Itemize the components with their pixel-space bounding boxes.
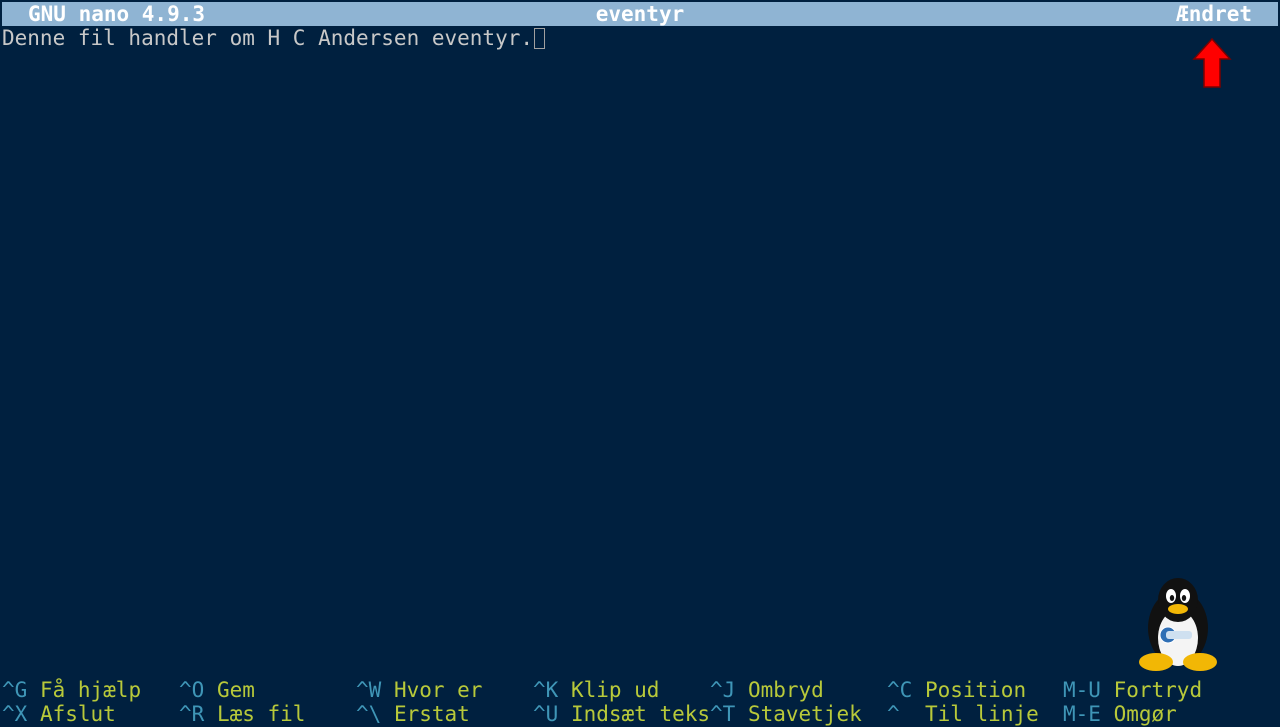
shortcut-label: Fortryd: [1113, 678, 1203, 702]
shortcut-exit[interactable]: ^X Afslut: [2, 702, 116, 726]
shortcut-label: Klip ud: [570, 678, 660, 702]
shortcut-key: ^T: [710, 702, 736, 726]
shortcut-key: M-E: [1063, 702, 1101, 726]
shortcut-label: Position: [924, 678, 1027, 702]
file-name: eventyr: [595, 2, 685, 26]
shortcut-save[interactable]: ^O Gem: [179, 678, 255, 702]
red-up-arrow-icon: [1192, 37, 1232, 88]
tux-penguin-icon: [1139, 578, 1217, 671]
shortcut-where-is[interactable]: ^W Hvor er: [356, 678, 482, 702]
shortcut-justify[interactable]: ^J Ombryd: [710, 678, 824, 702]
shortcut-undo[interactable]: M-U Fortryd: [1063, 678, 1202, 702]
shortcut-label: Gem: [216, 678, 255, 702]
shortcut-key: ^W: [356, 678, 382, 702]
shortcut-key: ^R: [179, 702, 205, 726]
shortcut-help[interactable]: ^G Få hjælp: [2, 678, 141, 702]
shortcut-replace[interactable]: ^\ Erstat: [356, 702, 470, 726]
shortcut-label: Få hjælp: [39, 678, 142, 702]
text-cursor: [534, 28, 546, 49]
editor-line-text: Denne fil handler om H C Andersen eventy…: [2, 26, 534, 50]
shortcut-spell-check[interactable]: ^T Stavetjek: [710, 702, 862, 726]
shortcut-label: Hvor er: [393, 678, 483, 702]
shortcut-label: Indsæt teks: [570, 702, 711, 726]
shortcut-label: Afslut: [39, 702, 116, 726]
shortcut-key: ^\: [356, 702, 382, 726]
shortcut-label: Omgør: [1113, 702, 1177, 726]
title-bar: GNU nano 4.9.3 eventyr Ændret: [2, 2, 1278, 26]
shortcut-label: Til linje: [912, 702, 1039, 726]
shortcut-key: ^X: [2, 702, 28, 726]
editor-area[interactable]: Denne fil handler om H C Andersen eventy…: [2, 26, 1278, 676]
shortcut-paste[interactable]: ^U Indsæt teks: [533, 702, 710, 726]
shortcut-key: ^G: [2, 678, 28, 702]
shortcut-key: ^K: [533, 678, 559, 702]
shortcut-bar: ^G Få hjælp ^O Gem ^W Hvor er ^K Klip ud…: [2, 678, 1278, 726]
shortcut-key: ^C: [887, 678, 913, 702]
shortcut-key: ^U: [533, 702, 559, 726]
editor-line[interactable]: Denne fil handler om H C Andersen eventy…: [2, 26, 546, 50]
shortcut-key: ^J: [710, 678, 736, 702]
modified-status: Ændret: [1176, 2, 1252, 26]
shortcut-go-to-line[interactable]: ^ Til linje: [887, 702, 1039, 726]
shortcut-label: Erstat: [393, 702, 470, 726]
shortcut-redo[interactable]: M-E Omgør: [1063, 702, 1177, 726]
shortcut-key: M-U: [1063, 678, 1101, 702]
shortcut-cut[interactable]: ^K Klip ud: [533, 678, 659, 702]
shortcut-key: ^: [887, 702, 900, 726]
shortcut-read-file[interactable]: ^R Læs fil: [179, 702, 305, 726]
shortcut-position[interactable]: ^C Position: [887, 678, 1026, 702]
shortcut-key: ^O: [179, 678, 205, 702]
shortcut-label: Læs fil: [216, 702, 306, 726]
shortcut-label: Stavetjek: [747, 702, 862, 726]
shortcut-label: Ombryd: [747, 678, 824, 702]
